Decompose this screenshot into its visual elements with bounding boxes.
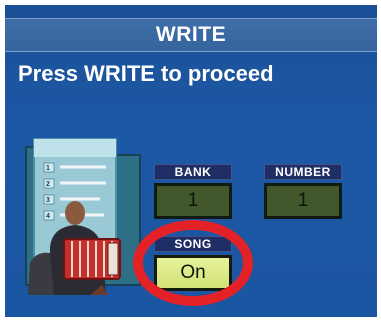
number-value: 1 (297, 190, 309, 211)
list-number: 4 (46, 213, 50, 220)
number-value-box[interactable]: 1 (264, 183, 342, 219)
song-list-icon: 1 2 3 4 (25, 138, 141, 295)
page-title: WRITE (5, 18, 377, 52)
bank-label: BANK (154, 164, 232, 180)
highlight-ring (133, 220, 253, 306)
list-number: 1 (46, 165, 50, 172)
number-label: NUMBER (264, 164, 342, 180)
list-number: 3 (46, 197, 50, 204)
bank-value: 1 (187, 190, 199, 211)
bank-param: BANK 1 (154, 164, 232, 219)
bank-value-box[interactable]: 1 (154, 183, 232, 219)
number-param: NUMBER 1 (264, 164, 342, 219)
device-display-frame: WRITE Press WRITE to proceed 1 2 3 4 BAN… (0, 0, 381, 320)
instruction-text: Press WRITE to proceed (18, 61, 274, 86)
list-number: 2 (46, 181, 50, 188)
write-screen: WRITE Press WRITE to proceed 1 2 3 4 BAN… (5, 5, 377, 317)
